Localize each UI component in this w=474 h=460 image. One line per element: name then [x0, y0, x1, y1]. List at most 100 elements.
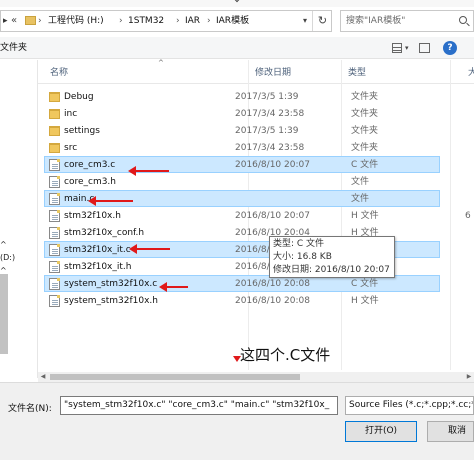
view-options-icon[interactable]	[392, 43, 402, 53]
file-row[interactable]: stm32f10x.h 2016/8/10 20:07 H 文件 6	[44, 207, 471, 224]
search-icon[interactable]	[459, 16, 467, 24]
folder-icon	[49, 126, 60, 136]
chevron-down-icon[interactable]: ▾	[405, 37, 409, 59]
file-icon	[49, 159, 60, 171]
breadcrumb-separator: ›	[176, 16, 180, 26]
file-name: settings	[64, 126, 100, 136]
search-input[interactable]: 搜索"IAR模板"	[346, 11, 405, 31]
preview-pane-icon[interactable]	[419, 43, 430, 53]
annotation-arrow	[128, 166, 169, 176]
navigation-pane[interactable]: ^ (D:) ^	[0, 60, 38, 378]
breadcrumb-separator: ›	[207, 16, 211, 26]
folder-row[interactable]: src 2017/3/4 23:58 文件夹	[44, 139, 440, 156]
file-name: src	[64, 143, 78, 153]
file-type: C 文件	[351, 160, 379, 170]
file-date: 2016/8/10 20:08	[235, 279, 310, 289]
file-row[interactable]: main.c 文件	[44, 190, 440, 207]
breadcrumb-separator: ›	[38, 16, 42, 26]
tooltip-date: 修改日期: 2016/8/10 20:07	[273, 265, 390, 275]
file-date: 2016/8/10 20:07	[235, 211, 310, 221]
search-box[interactable]: 搜索"IAR模板"	[340, 10, 474, 32]
window-top-edge	[0, 0, 474, 7]
scrollbar-thumb[interactable]	[50, 374, 300, 380]
file-type: 文件	[351, 177, 370, 187]
annotation-arrow	[129, 244, 170, 254]
column-header-type[interactable]: 类型	[348, 60, 366, 86]
file-type: 文件夹	[351, 126, 379, 136]
file-row[interactable]: core_cm3.h 文件	[44, 173, 440, 190]
file-name: stm32f10x.h	[64, 211, 121, 221]
breadcrumb-drive[interactable]: 工程代码 (H:)	[48, 11, 104, 31]
breadcrumb-iar[interactable]: IAR	[185, 11, 200, 31]
annotation-pointer-icon	[233, 356, 241, 362]
open-button[interactable]: 打开(O)	[345, 421, 417, 442]
file-list[interactable]: 名称 修改日期 类型 大 Debug 2017/3/5 1:39 文件夹 inc 201…	[38, 59, 474, 370]
folder-icon	[49, 92, 60, 102]
file-name: core_cm3.h	[64, 177, 117, 187]
column-header-date[interactable]: 修改日期	[255, 60, 291, 86]
breadcrumb-separator: ›	[119, 16, 123, 26]
address-bar[interactable]: ▸ « › 工程代码 (H:) › 1STM32 › IAR › IAR模板 ▾…	[0, 10, 332, 32]
column-divider[interactable]	[450, 60, 451, 370]
address-dropdown-icon[interactable]: ▾	[303, 11, 307, 31]
file-row[interactable]: system_stm32f10x.h 2016/8/10 20:08 H 文件	[44, 292, 440, 309]
scroll-right-arrow-icon[interactable]: ▶	[464, 372, 474, 382]
file-type: H 文件	[351, 296, 379, 306]
file-name: inc	[64, 109, 78, 119]
sort-indicator-icon	[158, 59, 164, 67]
new-folder-button[interactable]: 文件夹	[0, 37, 27, 59]
annotation-arrow	[159, 282, 188, 292]
nav-item-up-arrow[interactable]: ^	[0, 240, 7, 249]
file-name: stm32f10x_conf.h	[64, 228, 145, 238]
file-icon	[49, 244, 60, 256]
address-overflow-chevron[interactable]: «	[11, 11, 17, 31]
file-icon	[49, 295, 60, 307]
scroll-left-icon[interactable]: ▸	[3, 11, 11, 31]
file-icon	[49, 210, 60, 222]
file-date: 2016/8/10 20:08	[235, 296, 310, 306]
folder-icon	[49, 143, 60, 153]
file-icon	[49, 278, 60, 290]
breadcrumb-iar-template[interactable]: IAR模板	[216, 11, 249, 31]
file-icon	[49, 193, 60, 205]
scroll-left-arrow-icon[interactable]: ◀	[38, 372, 48, 382]
cancel-button[interactable]: 取消	[427, 421, 474, 442]
file-type: 文件夹	[351, 92, 379, 102]
file-name: core_cm3.c	[64, 160, 116, 170]
breadcrumb-1stm32[interactable]: 1STM32	[128, 11, 164, 31]
file-type: 文件	[351, 194, 370, 204]
file-type: 文件夹	[351, 143, 379, 153]
file-name: stm32f10x_it.c	[64, 245, 131, 255]
file-type: 文件夹	[351, 109, 379, 119]
column-headers: 名称 修改日期 类型 大	[38, 59, 474, 86]
nav-scrollbar[interactable]	[0, 274, 8, 354]
help-icon[interactable]: ?	[443, 41, 457, 55]
command-bar: 文件夹 ▾ ?	[0, 37, 474, 59]
column-header-size[interactable]: 大	[468, 60, 474, 86]
nav-item-drive-d[interactable]: (D:)	[0, 253, 15, 262]
file-date: 2017/3/4 23:58	[235, 109, 305, 119]
file-type-filter[interactable]: Source Files (*.c;*.cpp;*.cc;*	[345, 396, 474, 415]
filename-label: 文件名(N):	[8, 404, 52, 414]
folder-icon	[25, 16, 36, 25]
folder-row[interactable]: Debug 2017/3/5 1:39 文件夹	[44, 88, 440, 105]
filename-input[interactable]: "system_stm32f10x.c" "core_cm3.c" "main.…	[60, 396, 338, 415]
folder-row[interactable]: settings 2017/3/5 1:39 文件夹	[44, 122, 440, 139]
file-date: 2017/3/4 23:58	[235, 143, 305, 153]
file-icon	[49, 261, 60, 273]
file-row[interactable]: core_cm3.c 2016/8/10 20:07 C 文件	[44, 156, 440, 173]
file-icon	[49, 176, 60, 188]
file-info-tooltip: 类型: C 文件 大小: 16.8 KB 修改日期: 2016/8/10 20:…	[269, 236, 395, 278]
file-icon	[49, 227, 60, 239]
file-date: 2016/8/10 20:07	[235, 160, 310, 170]
file-type: H 文件	[351, 211, 379, 221]
chevron-down-icon	[232, 0, 242, 3]
file-date: 2017/3/5 1:39	[235, 92, 299, 102]
column-header-name[interactable]: 名称	[50, 60, 68, 86]
folder-icon	[49, 109, 60, 119]
file-name: system_stm32f10x.h	[64, 296, 158, 306]
folder-row[interactable]: inc 2017/3/4 23:58 文件夹	[44, 105, 440, 122]
refresh-button[interactable]: ↻	[312, 11, 332, 31]
horizontal-scrollbar[interactable]: ◀ ▶	[38, 372, 474, 382]
file-name: stm32f10x_it.h	[64, 262, 132, 272]
